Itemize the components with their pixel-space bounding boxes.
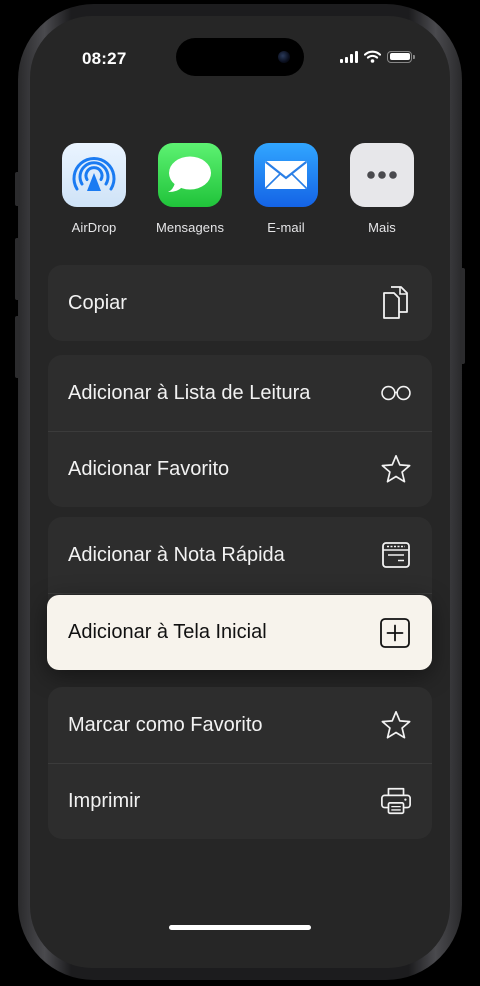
action-copy[interactable]: Copiar (48, 265, 432, 341)
copy-group: Copiar (48, 265, 432, 341)
action-reading-list[interactable]: Adicionar à Lista de Leitura (48, 355, 432, 431)
copy-icon (380, 286, 412, 319)
share-app-messages[interactable]: Mensagens (142, 143, 238, 235)
cellular-signal-icon (340, 50, 358, 63)
action-button (15, 172, 20, 206)
power-button (460, 268, 465, 364)
action-label: Copiar (68, 291, 127, 314)
messages-icon (158, 143, 222, 207)
volume-up-button (15, 238, 20, 300)
quick-note-icon (380, 539, 412, 571)
more-actions-group: Marcar como Favorito Imprimir (48, 687, 432, 839)
star-icon (380, 453, 412, 485)
bookmark-group: Adicionar à Lista de Leitura Adicionar F… (48, 355, 432, 507)
action-label: Adicionar à Nota Rápida (68, 543, 285, 566)
action-print[interactable]: Imprimir (48, 763, 432, 839)
share-app-mail[interactable]: E-mail (238, 143, 334, 235)
battery-icon (387, 50, 415, 63)
printer-icon (380, 785, 412, 817)
action-label: Adicionar à Lista de Leitura (68, 381, 311, 404)
home-indicator[interactable] (169, 925, 311, 930)
action-quick-note[interactable]: Adicionar à Nota Rápida (48, 517, 432, 593)
star-icon (380, 709, 412, 741)
status-icons (340, 50, 415, 63)
action-label: Adicionar Favorito (68, 457, 230, 480)
action-mark-favorite[interactable]: Marcar como Favorito (48, 687, 432, 763)
action-add-bookmark[interactable]: Adicionar Favorito (48, 431, 432, 507)
dynamic-island (176, 38, 304, 76)
share-app-label: Mais (368, 220, 396, 235)
share-apps-row: AirDrop Mensagens E-mail Mais (30, 143, 450, 253)
volume-down-button (15, 316, 20, 378)
action-label: Adicionar à Tela Inicial (68, 621, 267, 643)
mail-icon (254, 143, 318, 207)
status-time: 08:27 (82, 49, 127, 68)
airdrop-icon (62, 143, 126, 207)
share-app-label: E-mail (267, 220, 305, 235)
share-app-label: Mensagens (155, 220, 225, 235)
share-app-more[interactable]: Mais (334, 143, 430, 235)
share-app-airdrop[interactable]: AirDrop (46, 143, 142, 235)
camera-icon (278, 51, 290, 63)
action-label: Marcar como Favorito (68, 713, 263, 736)
wifi-icon (364, 50, 381, 63)
glasses-icon (380, 377, 412, 409)
screen: 08:27 AirDrop Mensagens E-mail Mais Copi… (30, 16, 450, 968)
plus-square-icon (379, 617, 411, 649)
action-label: Imprimir (68, 789, 141, 812)
more-icon (350, 143, 414, 207)
action-add-to-home-screen[interactable]: Adicionar à Tela Inicial (47, 595, 432, 670)
share-app-label: AirDrop (71, 220, 117, 235)
